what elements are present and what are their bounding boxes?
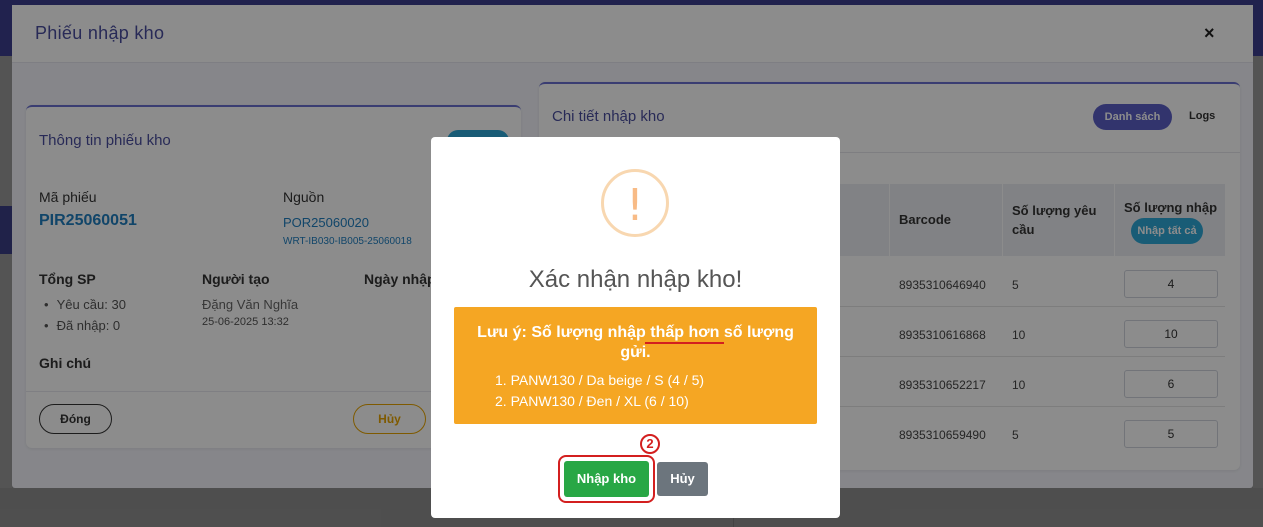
notice-line-1: Lưu ý: Số lượng nhập thấp hơn số lượng <box>477 324 794 341</box>
confirm-dialog: ! Xác nhận nhập kho! Lưu ý: Số lượng nhậ… <box>431 137 840 518</box>
annotation-underline <box>645 342 724 344</box>
dialog-cancel-button[interactable]: Hủy <box>657 462 708 496</box>
warning-icon: ! <box>601 169 669 237</box>
notice-item-2: 2. PANW130 / Đen / XL (6 / 10) <box>495 393 689 409</box>
notice-box: Lưu ý: Số lượng nhập thấp hơn số lượng g… <box>454 307 817 424</box>
dialog-title: Xác nhận nhập kho! <box>528 266 743 293</box>
step-marker: 2 <box>640 434 660 454</box>
warning-mark: ! <box>626 180 644 231</box>
notice-line-2: gửi. <box>620 344 651 361</box>
confirm-receive-button[interactable]: Nhập kho <box>564 461 649 497</box>
notice-item-1: 1. PANW130 / Da beige / S (4 / 5) <box>495 372 705 388</box>
